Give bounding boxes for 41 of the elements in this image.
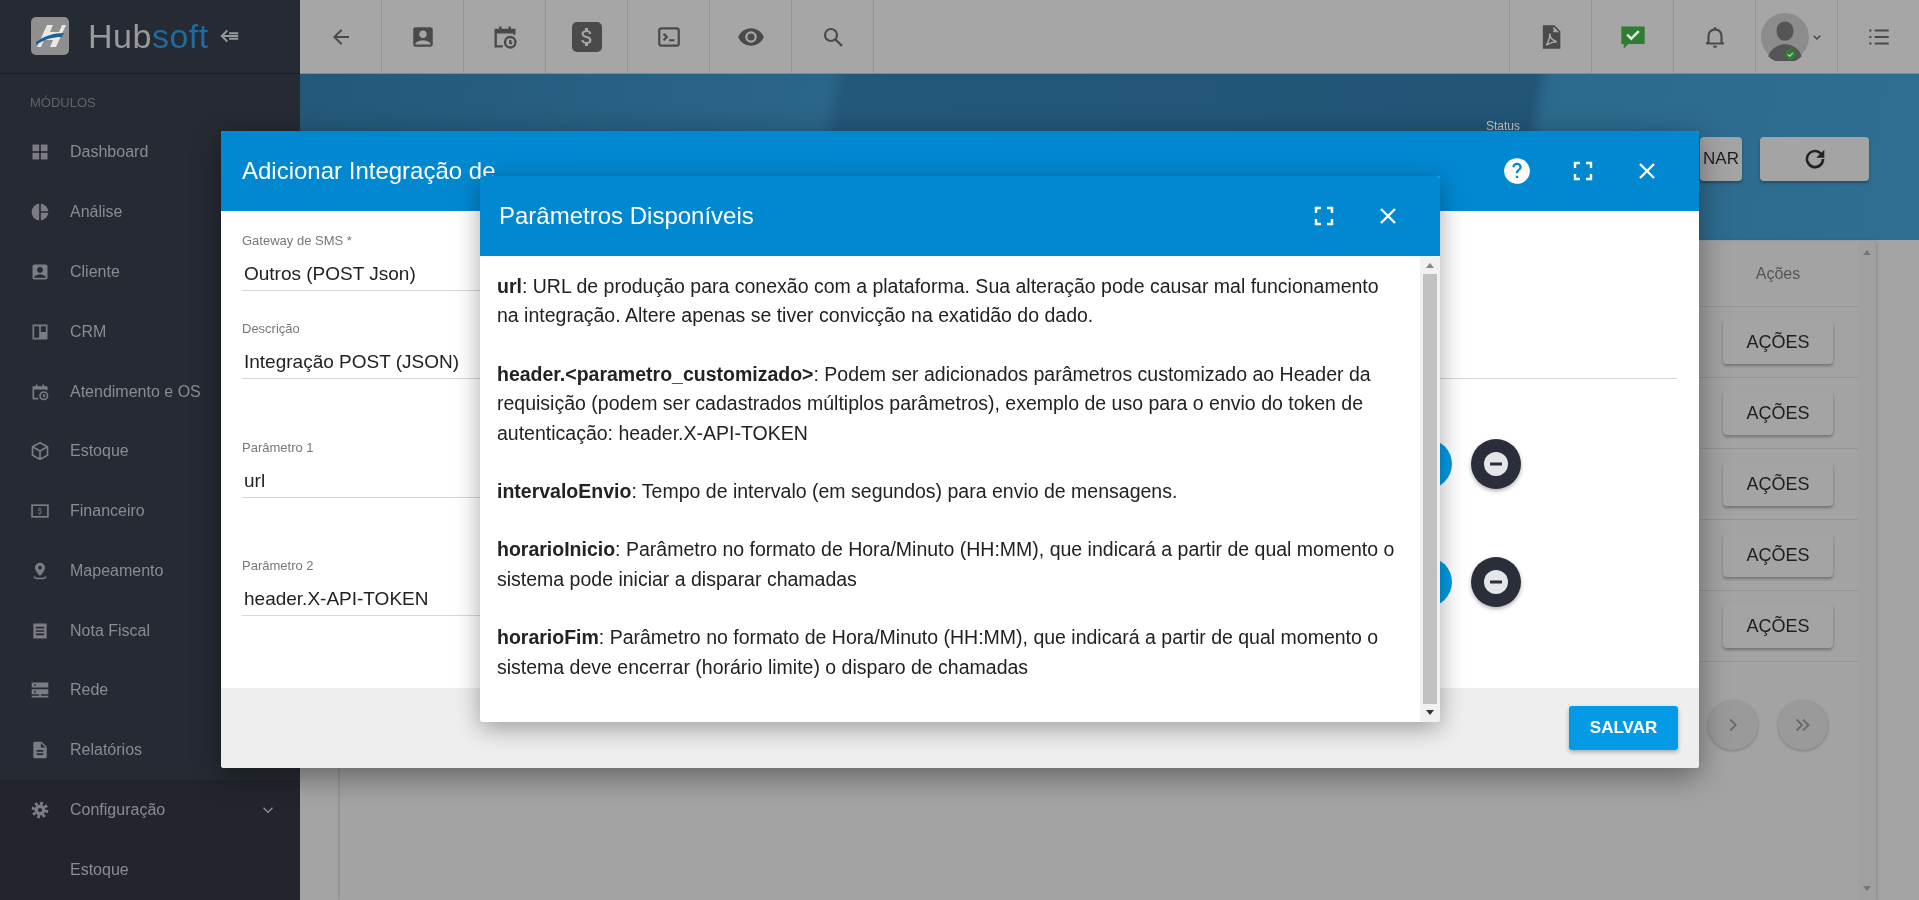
paragraph: intervaloEnvio: Tempo de intervalo (em segundos) para envio de mensagens. [497, 479, 1179, 505]
help-icon[interactable] [1503, 157, 1531, 185]
actions-button[interactable]: AÇÕES [1723, 320, 1833, 364]
sidebar-item[interactable]: Relatórios [0, 720, 300, 780]
logo-icon [30, 16, 70, 57]
logo-text: Hubsoft [88, 16, 209, 57]
contact-card-icon [30, 262, 50, 282]
actions-button[interactable]: AÇÕES [1723, 604, 1833, 648]
paragraph: url: URL de produção para conexão com a plataforma. Sua alteração pode causar mal funcionamento na integração. Altere apenas se tiver convicção na exatidão do dado. [497, 274, 1380, 329]
fullscreen-icon[interactable] [1312, 204, 1336, 228]
remove-button[interactable] [1471, 439, 1521, 489]
paragraph: header.<parametro_customizado>: Podem ser adicionados parâmetros customizado ao Header da requisição (podem ser cadastrados múltiplos parâmetros), exemplo de uso para o envio do token de autenticação: header.X-API-TOKEN [497, 361, 1372, 446]
actions-button[interactable]: AÇÕES [1723, 533, 1833, 577]
sidebar-item[interactable]: Configuração [0, 780, 300, 840]
cube-icon [30, 441, 50, 462]
scrollbar[interactable] [1420, 256, 1440, 722]
minus-icon [1484, 452, 1508, 476]
sidebar-subitem[interactable]: Estoque [0, 840, 300, 900]
minus-icon [1484, 570, 1508, 594]
dialog-title: Parâmetros Disponíveis [499, 202, 755, 230]
refresh-button[interactable] [1760, 137, 1869, 181]
save-button[interactable]: SALVAR [1569, 706, 1678, 750]
avatar[interactable] [1760, 12, 1809, 61]
paragraph: horarioInicio: Parâmetro no formato de Hora/Minuto (HH:MM), que indicará a partir de qual momento o sistema pode iniciar a disparar chamadas [497, 537, 1396, 592]
fullscreen-icon[interactable] [1571, 159, 1595, 183]
section-label: MÓDULOS [29, 93, 96, 112]
map-pin-icon [30, 560, 50, 581]
dashboard-grid-icon [30, 142, 50, 163]
pie-chart-icon [30, 202, 50, 223]
settings-icon [30, 800, 50, 820]
actions-button[interactable]: AÇÕES [1723, 462, 1833, 506]
paragraph: horarioFim: Parâmetro no formato de Hora/Minuto (HH:MM), que indicará a partir de qual momento o sistema deve encerrar (horário limite) o disparo de chamadas [497, 625, 1380, 680]
actions-button[interactable]: AÇÕES [1723, 391, 1833, 435]
dollar-icon[interactable] [571, 21, 602, 52]
remove-button[interactable] [1471, 557, 1521, 607]
filter-button[interactable]: NAR [1700, 137, 1742, 181]
sidebar-item[interactable]: Rede [0, 660, 300, 721]
person-silhouette-icon [1760, 12, 1809, 61]
server-icon [30, 680, 50, 701]
field-label: Status [1485, 119, 1520, 133]
document-icon [30, 740, 50, 761]
